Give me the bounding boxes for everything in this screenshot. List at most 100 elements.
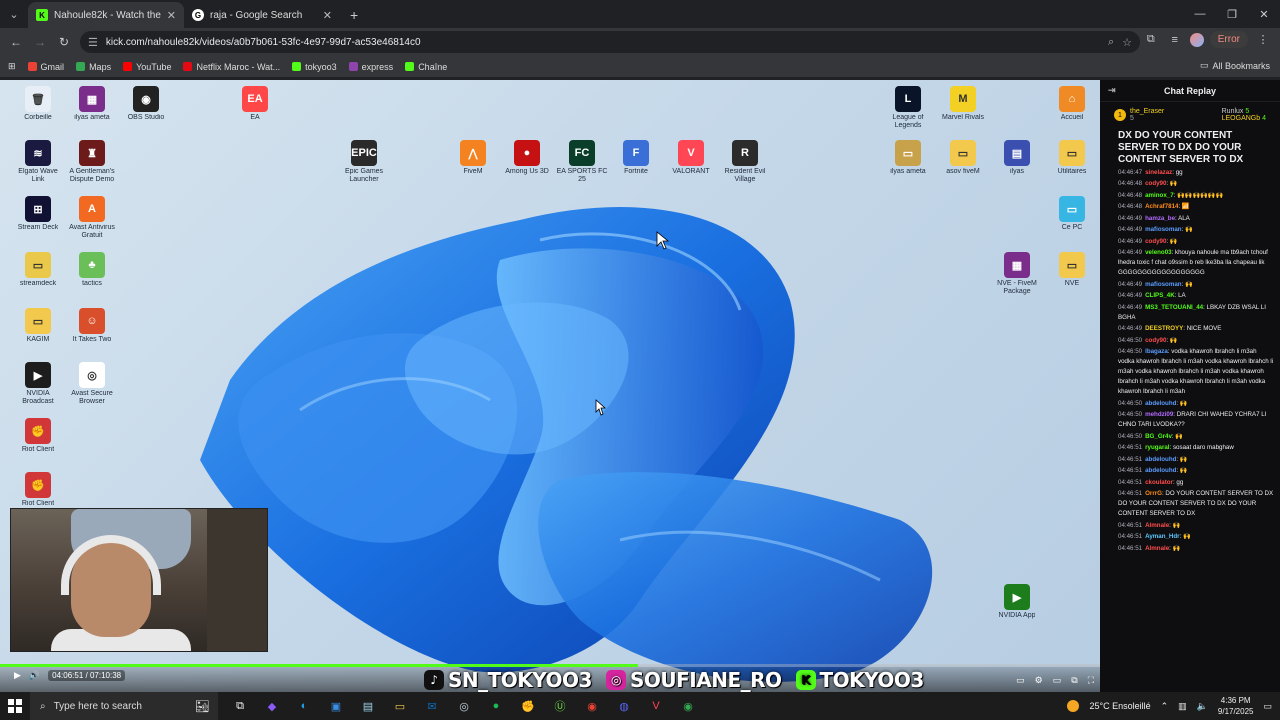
chat-username[interactable]: abdelouhd (1145, 456, 1176, 463)
zoom-icon[interactable]: ⌕ (1108, 36, 1114, 49)
desktop-icon[interactable]: EA EA (228, 86, 282, 122)
desktop-icon[interactable]: A Avast Antivirus Gratuit (65, 196, 119, 240)
desktop-icon[interactable]: ▭ streamdeck (11, 252, 65, 288)
tab-google-search[interactable]: G raja - Google Search ✕ (184, 2, 340, 28)
taskbar-search[interactable]: ⌕ Type here to search 🏜 (30, 692, 218, 720)
close-tab-icon[interactable]: ✕ (323, 9, 332, 22)
chat-username[interactable]: MS3_TETOUANI_44 (1145, 304, 1203, 311)
bookmark-item[interactable]: Netflix Maroc - Wat... (177, 62, 286, 72)
desktop-icon[interactable]: FC EA SPORTS FC 25 (555, 140, 609, 184)
apps-grid-icon[interactable]: ⊞ (0, 61, 22, 72)
notifications-icon[interactable]: ▭ (1263, 701, 1272, 712)
settings-icon[interactable]: ⚙ (1035, 675, 1043, 686)
chat-username[interactable]: cody90 (1145, 180, 1166, 187)
chat-username[interactable]: mehdzi09 (1145, 411, 1173, 418)
network-icon[interactable]: ▥ (1178, 701, 1187, 712)
notepad-icon[interactable]: ▤ (356, 694, 380, 718)
desktop-icon[interactable]: ▭ asov fiveM (936, 140, 990, 176)
chat-username[interactable]: veleno03 (1145, 249, 1171, 256)
desktop-icon[interactable]: ▦ ilyas ameta (65, 86, 119, 122)
desktop-icon[interactable]: EPIC Epic Games Launcher (337, 140, 391, 184)
all-bookmarks[interactable]: ▭ All Bookmarks (1200, 60, 1270, 71)
tray-overflow-icon[interactable]: ⌃ (1161, 701, 1169, 712)
riot-icon[interactable]: ✊ (516, 694, 540, 718)
progress-bar[interactable] (0, 664, 1100, 667)
tab-search-icon[interactable]: ⌄ (0, 0, 28, 28)
more-menu-icon[interactable]: ⋮ (1254, 33, 1272, 46)
desktop-icon[interactable]: ◎ Avast Secure Browser (65, 362, 119, 406)
desktop-icon[interactable]: V VALORANT (664, 140, 718, 176)
reload-icon[interactable]: ↻ (52, 30, 76, 54)
clock[interactable]: 4:36 PM 9/17/2025 (1218, 695, 1254, 717)
url-text[interactable]: kick.com/nahoule82k/videos/a0b7b061-53fc… (106, 37, 1100, 48)
desktop-icon[interactable]: ◉ OBS Studio (119, 86, 173, 122)
chat-username[interactable]: Achraf7814 (1145, 203, 1178, 210)
bookmark-item[interactable]: express (343, 62, 400, 72)
chat-username[interactable]: cody90 (1145, 337, 1166, 344)
desktop-icon[interactable]: ▭ ilyas ameta (881, 140, 935, 176)
chat-username[interactable]: abdelouhd (1145, 467, 1176, 474)
outlook-icon[interactable]: ✉ (420, 694, 444, 718)
chat-username[interactable]: BG_Gr4v (1145, 433, 1172, 440)
bookmark-item[interactable]: YouTube (117, 62, 177, 72)
speaker-icon[interactable]: 🔈 (1197, 701, 1208, 712)
chat-username[interactable]: lbagaza (1145, 348, 1168, 355)
desktop-icon[interactable]: ⋀ FiveM (446, 140, 500, 176)
reading-list-icon[interactable]: ≡ (1166, 34, 1184, 46)
chat-username[interactable]: sinelazaz (1145, 169, 1172, 176)
bookmark-item[interactable]: tokyoo3 (286, 62, 343, 72)
pip-icon[interactable]: ⧉ (1071, 675, 1077, 686)
restore-icon[interactable]: ❐ (1216, 0, 1248, 28)
desktop-icon[interactable]: 🗑 Corbeille (11, 86, 65, 122)
chat-username[interactable]: Almnale (1145, 545, 1169, 552)
weather-text[interactable]: 25°C Ensoleillé (1089, 701, 1150, 711)
new-tab-button[interactable]: + (340, 2, 368, 28)
leaderboard-top-user[interactable]: 1 the_Eraser 5 (1114, 108, 1164, 122)
site-info-icon[interactable]: ☰ (88, 36, 98, 49)
chat-username[interactable]: ryugaral (1145, 444, 1169, 451)
profile-avatar[interactable] (1189, 32, 1204, 47)
windows-start-icon[interactable] (0, 692, 30, 720)
chat-username[interactable]: hamza_be (1145, 215, 1175, 222)
close-window-icon[interactable]: ✕ (1248, 0, 1280, 28)
desktop-icon[interactable]: ☺ It Takes Two (65, 308, 119, 344)
minimize-icon[interactable]: — (1184, 0, 1216, 28)
bookmark-item[interactable]: Maps (70, 62, 117, 72)
desktop-icon[interactable]: ● Among Us 3D (500, 140, 554, 176)
chat-username[interactable]: Almnale (1145, 522, 1169, 529)
play-icon[interactable]: ▶ (14, 670, 21, 681)
chat-username[interactable]: Ayman_Hdr (1145, 533, 1180, 540)
volume-icon[interactable]: 🔊 (29, 670, 40, 681)
discord-icon[interactable]: ◍ (612, 694, 636, 718)
chrome-icon[interactable]: ◉ (580, 694, 604, 718)
desktop-icon[interactable]: ▭ Utilitaires (1045, 140, 1099, 176)
copilot-icon[interactable]: ◆ (260, 694, 284, 718)
bookmark-item[interactable]: Gmail (22, 62, 71, 72)
chat-username[interactable]: CLIPS_4K (1145, 292, 1175, 299)
bookmark-item[interactable]: Chaîne (399, 62, 453, 72)
video-player[interactable]: 🗑 Corbeille ▦ ilyas ameta ◉ OBS Studio EA EA ≋ El… (0, 80, 1100, 692)
desktop-icon[interactable]: ✊ Riot Client (11, 418, 65, 454)
desktop-icon[interactable]: ▦ NVE - FiveM Package (990, 252, 1044, 296)
collapse-chat-icon[interactable]: ⇥ (1108, 85, 1116, 96)
chat-username[interactable]: aminox_7 (1145, 192, 1174, 199)
fullscreen-icon[interactable]: ⛶ (1088, 675, 1094, 686)
clip-icon[interactable]: ▭ (1016, 675, 1025, 686)
edge-icon[interactable]: ◐ (292, 694, 316, 718)
chat-username[interactable]: mafiosoman (1145, 226, 1181, 233)
desktop-icon[interactable]: ▶ NVIDIA Broadcast (11, 362, 65, 406)
desktop-icon[interactable]: ✊ Riot Client (11, 472, 65, 508)
bookmark-star-icon[interactable]: ☆ (1122, 36, 1132, 49)
explorer-icon[interactable]: ▭ (388, 694, 412, 718)
chat-username[interactable]: cody90 (1145, 238, 1166, 245)
chat-username[interactable]: OrrrG (1145, 490, 1162, 497)
desktop-icon[interactable]: F Fortnite (609, 140, 663, 176)
tab-kick-vod[interactable]: K Nahoule82k - Watch the VOD o ✕ (28, 2, 184, 28)
chrome-icon[interactable]: ◉ (676, 694, 700, 718)
desktop-icon[interactable]: ♜ A Gentleman's Dispute Demo (65, 140, 119, 184)
desktop-icon[interactable]: ⌂ Accueil (1045, 86, 1099, 122)
desktop-icon[interactable]: ▶ NVIDIA App (990, 584, 1044, 620)
desktop-icon[interactable]: R Resident Evil Village (718, 140, 772, 184)
desktop-icon[interactable]: ≋ Elgato Wave Link (11, 140, 65, 184)
desktop-icon[interactable]: ▭ Ce PC (1045, 196, 1099, 232)
